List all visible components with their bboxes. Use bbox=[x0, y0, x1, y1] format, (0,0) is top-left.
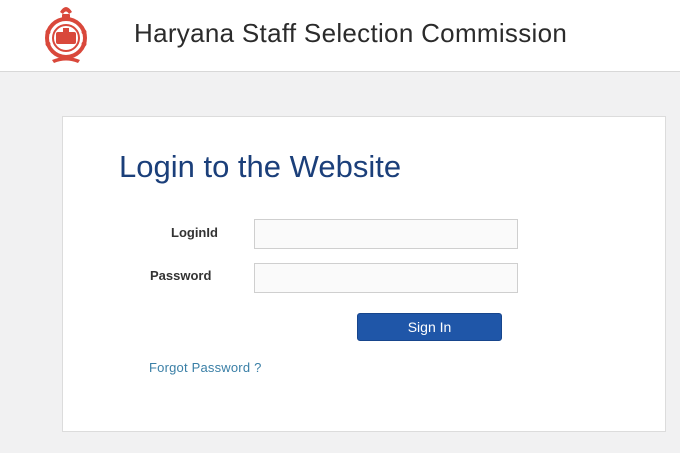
password-input[interactable] bbox=[254, 263, 518, 293]
state-emblem-icon bbox=[45, 7, 87, 63]
forgot-password-link[interactable]: Forgot Password ? bbox=[149, 360, 262, 375]
login-card: Login to the Website LoginId Password Si… bbox=[62, 116, 666, 432]
sign-in-button[interactable]: Sign In bbox=[357, 313, 502, 341]
loginid-label: LoginId bbox=[171, 225, 218, 240]
password-label: Password bbox=[150, 268, 212, 283]
loginid-input[interactable] bbox=[254, 219, 518, 249]
site-title: Haryana Staff Selection Commission bbox=[134, 18, 568, 48]
page-title: Login to the Website bbox=[119, 149, 402, 184]
site-header: Haryana Staff Selection Commission bbox=[0, 0, 680, 72]
